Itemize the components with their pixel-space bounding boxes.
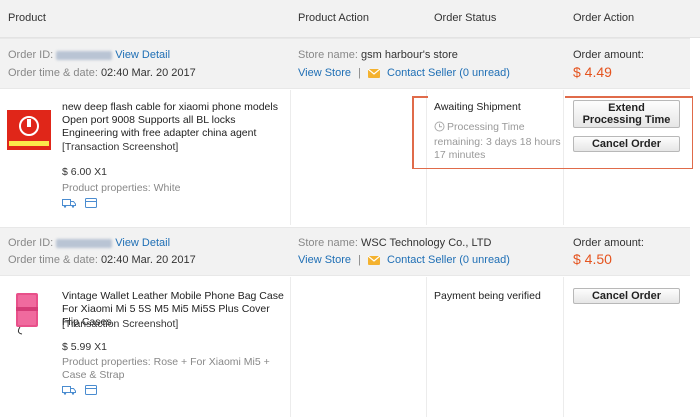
product-icons (62, 198, 98, 211)
order-header-2: Order ID: View Detail Order time & date: … (0, 227, 690, 276)
header-order-action: Order Action (573, 12, 635, 24)
unread-count[interactable]: (0 unread) (459, 67, 510, 79)
transaction-screenshot[interactable]: [Transaction Screenshot] (62, 318, 178, 330)
store-row: Store name: WSC Technology Co., LTD (298, 237, 491, 249)
store-label: Store name: (298, 49, 358, 61)
order-header-1: Order ID: View Detail Order time & date: … (0, 38, 690, 89)
envelope-icon (367, 255, 380, 265)
order-time-row: Order time & date: 02:40 Mar. 20 2017 (8, 254, 196, 266)
order-id-label: Order ID: (8, 49, 54, 61)
view-store-link[interactable]: View Store (298, 67, 351, 79)
store-label: Store name: (298, 237, 358, 249)
highlight-annotation-top-edge (565, 96, 693, 98)
view-store-link[interactable]: View Store (298, 254, 351, 266)
shipping-icon[interactable] (62, 198, 76, 211)
table-header: Product Product Action Order Status Orde… (0, 0, 700, 38)
order-amount: $ 4.49 (573, 64, 612, 80)
order-id-row: Order ID: View Detail (8, 237, 170, 249)
highlight-annotation (412, 96, 693, 169)
transaction-screenshot[interactable]: [Transaction Screenshot] (62, 141, 178, 153)
order-time-label: Order time & date: (8, 67, 98, 79)
card-icon[interactable] (85, 198, 98, 211)
contact-seller-link[interactable]: Contact Seller (387, 67, 456, 79)
order-row-2: Vintage Wallet Leather Mobile Phone Bag … (0, 277, 690, 417)
separator: | (358, 254, 361, 266)
unread-count[interactable]: (0 unread) (459, 254, 510, 266)
contact-seller-link[interactable]: Contact Seller (387, 254, 456, 266)
order-id-redacted (56, 50, 113, 60)
header-product: Product (8, 12, 46, 24)
order-time-value: 02:40 Mar. 20 2017 (100, 254, 196, 266)
product-icons (62, 385, 98, 398)
product-properties: Product properties: White (62, 182, 181, 194)
header-order-status: Order Status (434, 12, 497, 24)
order-id-row: Order ID: View Detail (8, 49, 170, 61)
store-name: WSC Technology Co., LTD (360, 237, 492, 249)
order-amount-label: Order amount: (573, 237, 644, 249)
highlight-annotation-top (412, 96, 414, 169)
order-time-value: 02:40 Mar. 20 2017 (100, 67, 196, 79)
store-links: View Store | Contact Seller (0 unread) (298, 254, 510, 266)
product-price: $ 6.00 X1 (62, 166, 107, 178)
order-time-row: Order time & date: 02:40 Mar. 20 2017 (8, 67, 196, 79)
product-title[interactable]: new deep flash cable for xiaomi phone mo… (62, 101, 287, 140)
cancel-order-button[interactable]: Cancel Order (573, 288, 680, 304)
store-name: gsm harbour's store (360, 49, 458, 61)
order-status: Payment being verified (434, 290, 541, 302)
order-amount: $ 4.50 (573, 251, 612, 267)
header-product-action: Product Action (298, 12, 369, 24)
product-properties: Product properties: Rose + For Xiaomi Mi… (62, 356, 270, 381)
highlight-annotation-top-left (412, 96, 428, 98)
order-id-redacted (56, 238, 113, 248)
shipping-icon[interactable] (62, 385, 76, 398)
envelope-icon (367, 68, 380, 78)
separator: | (358, 67, 361, 79)
product-image[interactable] (7, 110, 51, 150)
view-detail-link[interactable]: View Detail (115, 237, 170, 249)
product-price: $ 5.99 X1 (62, 341, 107, 353)
product-image[interactable] (12, 291, 42, 335)
order-amount-label: Order amount: (573, 49, 644, 61)
store-links: View Store | Contact Seller (0 unread) (298, 67, 510, 79)
view-detail-link[interactable]: View Detail (115, 49, 170, 61)
card-icon[interactable] (85, 385, 98, 398)
order-id-label: Order ID: (8, 237, 54, 249)
order-time-label: Order time & date: (8, 254, 98, 266)
store-row: Store name: gsm harbour's store (298, 49, 458, 61)
